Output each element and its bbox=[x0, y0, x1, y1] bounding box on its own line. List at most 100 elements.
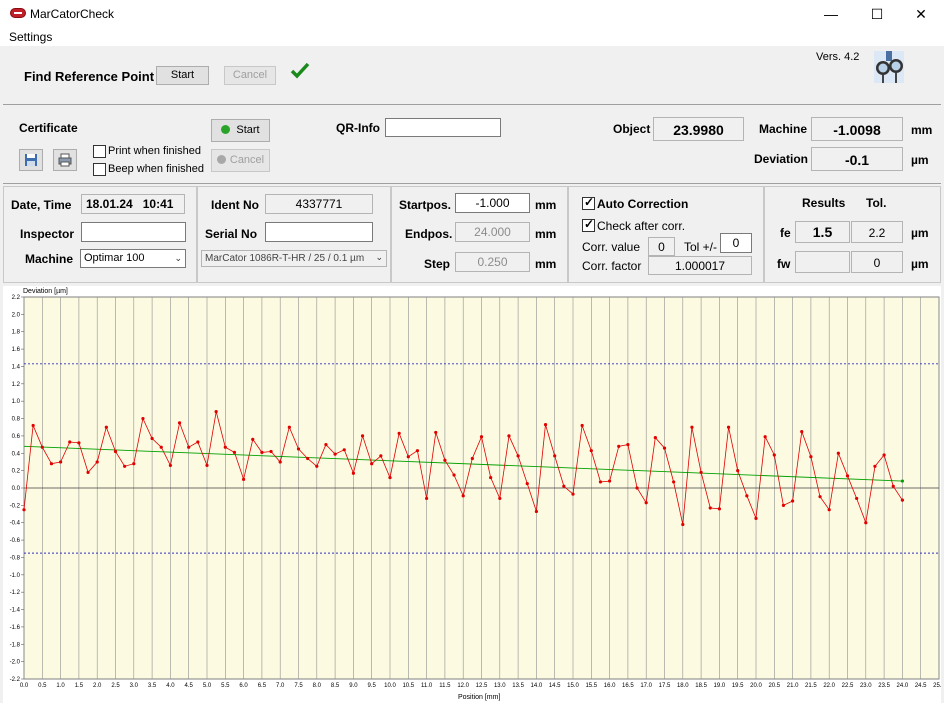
deviation-point bbox=[653, 436, 657, 440]
machine-select[interactable]: Optimar 100 ⌄ bbox=[80, 249, 186, 268]
separator bbox=[3, 104, 941, 105]
deviation-point bbox=[726, 425, 731, 429]
deviation-point bbox=[223, 445, 227, 449]
deviation-point bbox=[406, 455, 410, 459]
x-tick-label: 0.0 bbox=[20, 683, 29, 689]
x-tick-label: 20.0 bbox=[750, 683, 762, 689]
deviation-point bbox=[827, 508, 831, 512]
deviation-point bbox=[77, 441, 81, 445]
x-tick-label: 13.5 bbox=[512, 683, 524, 689]
deviation-point bbox=[269, 449, 273, 454]
deviation-point bbox=[159, 445, 163, 449]
certificate-label: Certificate bbox=[19, 121, 78, 135]
deviation-point bbox=[150, 436, 154, 441]
x-tick-label: 3.0 bbox=[130, 683, 139, 689]
x-tick-label: 9.0 bbox=[349, 683, 358, 689]
x-tick-label: 24.0 bbox=[897, 683, 909, 689]
y-tick-label: -1.4 bbox=[10, 608, 21, 614]
results-tol-label: Tol. bbox=[866, 196, 887, 210]
auto-correction-label: Auto Correction bbox=[597, 197, 689, 211]
check-after-corr-label: Check after corr. bbox=[597, 219, 686, 233]
y-tick-label: 0.8 bbox=[12, 417, 21, 423]
x-tick-label: 16.5 bbox=[622, 683, 634, 689]
x-tick-label: 19.5 bbox=[732, 683, 744, 689]
x-tick-label: 11.0 bbox=[421, 683, 433, 689]
machine-reading-unit: mm bbox=[911, 123, 933, 137]
title-bar: MarCatorCheck — ☐ ✕ bbox=[0, 0, 944, 28]
machine-reading-value: -1.0098 bbox=[811, 117, 903, 141]
chevron-down-icon: ⌄ bbox=[375, 252, 383, 262]
deviation-point bbox=[95, 460, 99, 464]
device-select[interactable]: MarCator 1086R-T-HR / 25 / 0.1 µm ⌄ bbox=[201, 250, 387, 267]
deviation-point bbox=[699, 470, 703, 474]
deviation-point bbox=[470, 456, 474, 461]
deviation-point bbox=[123, 464, 127, 468]
x-tick-label: 21.5 bbox=[805, 683, 817, 689]
x-tick-label: 13.0 bbox=[494, 683, 506, 689]
certificate-cancel-label: Cancel bbox=[229, 154, 265, 166]
reference-start-button[interactable]: Start bbox=[156, 66, 209, 85]
fw-value bbox=[795, 251, 850, 273]
machine-label: Machine bbox=[25, 252, 74, 266]
y-tick-label: -1.6 bbox=[10, 625, 21, 631]
x-tick-label: 4.0 bbox=[166, 683, 175, 689]
deviation-point bbox=[672, 480, 676, 484]
certificate-cancel-button[interactable]: Cancel bbox=[211, 149, 270, 172]
deviation-point bbox=[507, 434, 511, 438]
print-when-finished-checkbox[interactable] bbox=[93, 145, 106, 158]
deviation-point bbox=[479, 435, 484, 439]
reference-cancel-button[interactable]: Cancel bbox=[224, 66, 276, 85]
corr-value-label: Corr. value bbox=[582, 240, 641, 254]
x-tick-label: 8.0 bbox=[313, 683, 322, 689]
x-tick-label: 25.0 bbox=[933, 683, 941, 689]
deviation-point bbox=[287, 425, 291, 429]
save-certificate-button[interactable] bbox=[19, 149, 43, 171]
deviation-point bbox=[260, 450, 264, 455]
deviation-point bbox=[608, 479, 612, 483]
x-tick-label: 4.5 bbox=[185, 683, 194, 689]
maximize-button[interactable]: ☐ bbox=[854, 0, 900, 28]
deviation-point bbox=[855, 496, 859, 501]
menu-settings[interactable]: Settings bbox=[9, 30, 52, 44]
tol-plus-minus-input[interactable]: 0 bbox=[720, 233, 752, 253]
qr-info-input[interactable] bbox=[385, 118, 501, 137]
deviation-point bbox=[187, 445, 191, 449]
deviation-point bbox=[891, 484, 895, 488]
serial-no-input[interactable] bbox=[265, 222, 373, 242]
ident-no-value: 4337771 bbox=[265, 194, 373, 214]
deviation-point bbox=[516, 454, 520, 458]
deviation-point bbox=[461, 494, 465, 498]
y-tick-label: -2.2 bbox=[10, 677, 21, 683]
x-tick-label: 18.0 bbox=[677, 683, 689, 689]
inspector-input[interactable] bbox=[81, 222, 186, 242]
deviation-point bbox=[772, 453, 776, 457]
print-certificate-button[interactable] bbox=[53, 149, 77, 171]
step-value: 0.250 bbox=[455, 252, 530, 272]
deviation-point bbox=[818, 495, 822, 499]
print-when-finished-label: Print when finished bbox=[108, 145, 201, 157]
auto-correction-checkbox[interactable] bbox=[582, 195, 595, 210]
certificate-start-button[interactable]: Start bbox=[211, 119, 270, 142]
cancel-status-icon bbox=[216, 155, 226, 164]
deviation-point bbox=[681, 522, 685, 527]
endpos-label: Endpos. bbox=[405, 227, 453, 241]
beep-when-finished-checkbox[interactable] bbox=[93, 163, 106, 176]
y-tick-label: 2.0 bbox=[12, 312, 21, 318]
deviation-label: Deviation bbox=[754, 152, 809, 166]
y-tick-label: 0.2 bbox=[12, 469, 21, 475]
check-after-corr-checkbox[interactable] bbox=[582, 217, 595, 232]
startpos-input[interactable]: -1.000 bbox=[455, 193, 530, 213]
object-value: 23.9980 bbox=[653, 117, 744, 141]
x-tick-label: 6.5 bbox=[258, 683, 267, 689]
x-tick-label: 22.5 bbox=[842, 683, 854, 689]
minimize-button[interactable]: — bbox=[808, 0, 854, 28]
deviation-point bbox=[415, 449, 420, 453]
deviation-point bbox=[425, 496, 429, 501]
fw-tol-value: 0 bbox=[851, 251, 903, 273]
start-status-icon bbox=[221, 125, 231, 134]
deviation-point bbox=[754, 516, 758, 520]
fe-label: fe bbox=[780, 226, 791, 240]
separator bbox=[3, 183, 941, 184]
deviation-point bbox=[443, 458, 447, 462]
close-button[interactable]: ✕ bbox=[898, 0, 944, 28]
